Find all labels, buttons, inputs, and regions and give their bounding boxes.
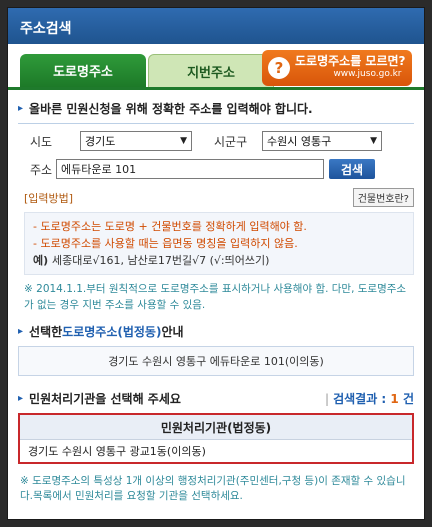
- table-row[interactable]: 경기도 수원시 영통구 광교1동(이의동): [20, 440, 412, 462]
- region-row: 시도 경기도 ▼ 시군구 수원시 영통구 ▼: [30, 130, 414, 152]
- address-label: 주소: [30, 162, 53, 177]
- juso-help-link[interactable]: ? 도로명주소를 모르면? www.juso.go.kr: [262, 50, 412, 86]
- result-unit: 건: [402, 392, 414, 406]
- tab-lot-address[interactable]: 지번주소: [148, 54, 274, 87]
- bottom-notice: ※ 도로명주소의 특성상 1개 이상의 행정처리기관(주민센터,구청 등)이 존…: [20, 475, 406, 502]
- org-heading: ▸ 민원처리기관을 선택해 주세요: [18, 390, 181, 407]
- input-guide-header: [입력방법] 건물번호란?: [24, 188, 414, 207]
- result-number: 1: [390, 392, 399, 406]
- example-label: 예): [33, 254, 49, 267]
- guide-line: - 도로명주소를 사용할 때는 읍면동 명칭을 입력하지 않음.: [33, 237, 298, 250]
- address-search-window: 주소검색 도로명주소 지번주소 ? 도로명주소를 모르면? www.juso.g…: [7, 7, 425, 520]
- org-title: 민원처리기관을 선택해 주세요: [29, 392, 181, 406]
- selected-title-highlight: 도로명주소(법정동): [62, 325, 162, 339]
- sido-select[interactable]: 경기도 ▼: [80, 131, 192, 151]
- tab-road-address[interactable]: 도로명주소: [20, 54, 146, 87]
- guide-example: 예) 세종대로√161, 남산로17번길√7 (√:띄어쓰기): [33, 252, 405, 269]
- sido-label: 시도: [30, 134, 53, 149]
- org-table: 민원처리기관(법정동) 경기도 수원시 영통구 광교1동(이의동): [18, 413, 414, 464]
- selected-address-heading: ▸ 선택한 도로명주소(법정동) 안내: [18, 323, 414, 340]
- address-input[interactable]: 에듀타운로 101: [56, 159, 324, 179]
- result-count: | 검색결과 : 1 건: [325, 392, 414, 406]
- arrow-right-icon: ▸: [18, 326, 24, 337]
- result-label: 검색결과 :: [333, 392, 387, 406]
- instruction-text: 올바른 민원신청을 위해 정확한 주소를 입력해야 합니다.: [29, 102, 313, 116]
- org-section-header: ▸ 민원처리기관을 선택해 주세요 | 검색결과 : 1 건: [18, 390, 414, 407]
- sigungu-value: 수원시 영통구: [267, 135, 332, 148]
- juso-link-url: www.juso.go.kr: [333, 69, 402, 79]
- chevron-down-icon: ▼: [370, 136, 377, 146]
- juso-link-label: 도로명주소를 모르면?: [295, 54, 406, 68]
- sido-value: 경기도: [85, 135, 116, 148]
- notice-text: ※ 2014.1.1.부터 원칙적으로 도로명주소를 표시하거나 사용해야 함.…: [24, 283, 407, 311]
- selected-title-suffix: 안내: [161, 325, 184, 339]
- input-guide-title: [입력방법]: [24, 192, 74, 205]
- arrow-right-icon: ▸: [18, 103, 24, 114]
- instruction-heading: ▸ 올바른 민원신청을 위해 정확한 주소를 입력해야 합니다.: [18, 100, 414, 117]
- address-row: 주소 에듀타운로 101 검색: [30, 158, 414, 180]
- selected-address-box: 경기도 수원시 영통구 에듀타운로 101(이의동): [18, 346, 414, 376]
- selected-title-prefix: 선택한: [29, 325, 63, 339]
- input-guide-box: - 도로명주소는 도로명 + 건물번호를 정확하게 입력해야 함. - 도로명주…: [24, 212, 414, 275]
- guide-line: - 도로명주소는 도로명 + 건물번호를 정확하게 입력해야 함.: [33, 220, 307, 233]
- arrow-right-icon: ▸: [18, 393, 24, 404]
- example-text: 세종대로√161, 남산로17번길√7 (√:띄어쓰기): [52, 254, 270, 267]
- address-type-tabs: 도로명주소 지번주소 ? 도로명주소를 모르면? www.juso.go.kr: [8, 44, 424, 90]
- sigungu-label: 시군구: [214, 134, 248, 149]
- sigungu-select[interactable]: 수원시 영통구 ▼: [262, 131, 382, 151]
- divider: [18, 123, 414, 124]
- search-button[interactable]: 검색: [329, 159, 375, 179]
- chevron-down-icon: ▼: [180, 136, 187, 146]
- building-number-help-button[interactable]: 건물번호란?: [352, 188, 414, 207]
- org-table-header: 민원처리기관(법정동): [20, 415, 412, 440]
- window-title: 주소검색: [8, 8, 424, 44]
- question-icon: ?: [268, 57, 290, 79]
